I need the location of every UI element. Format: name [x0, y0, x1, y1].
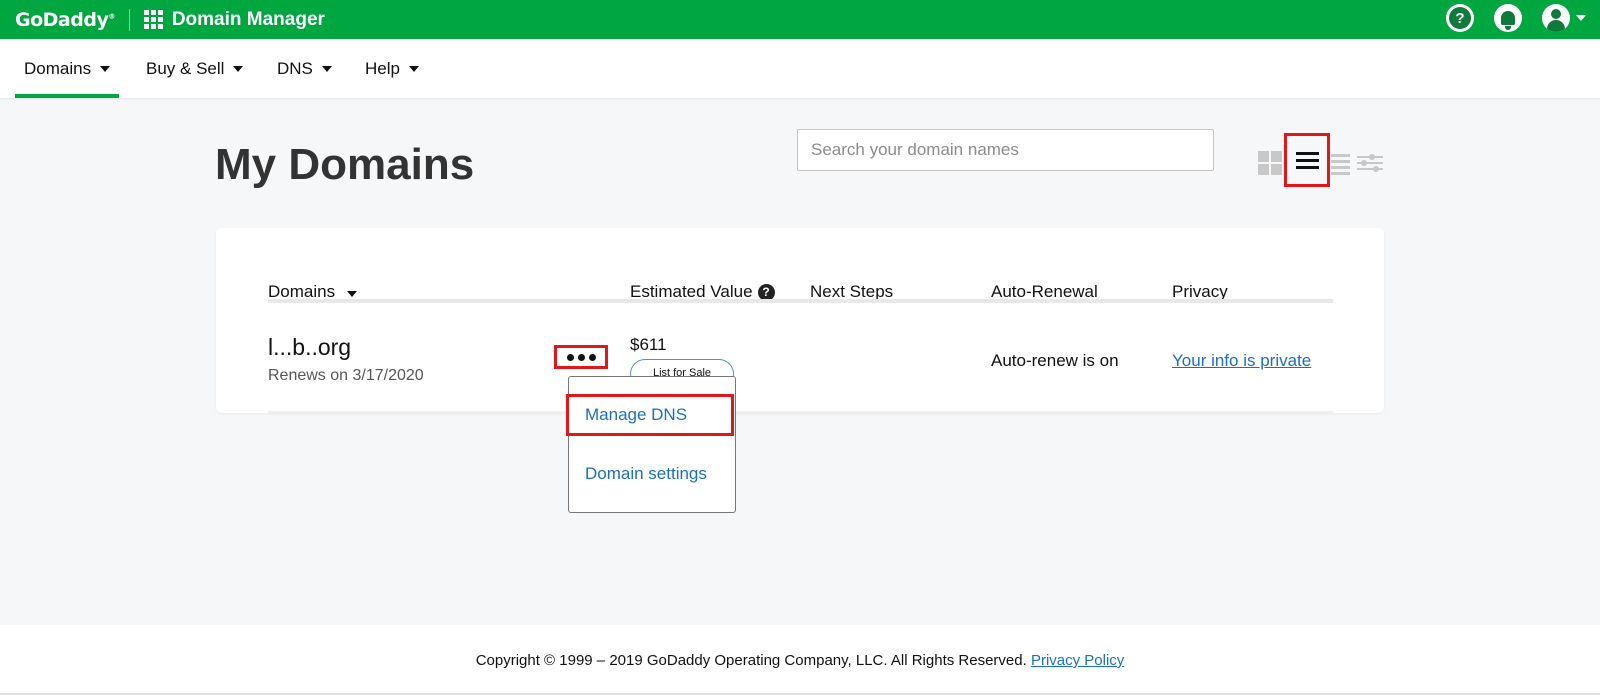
- nav-buy-sell-label: Buy & Sell: [146, 58, 225, 78]
- chevron-down-icon: [100, 65, 111, 72]
- nav-help[interactable]: Help: [365, 39, 419, 98]
- account-chevron-down-icon[interactable]: [1576, 15, 1586, 21]
- dot-icon: [577, 353, 585, 361]
- apps-grid-icon[interactable]: [143, 10, 163, 29]
- nav-help-label: Help: [365, 58, 400, 78]
- app-title[interactable]: Domain Manager: [172, 9, 325, 31]
- domain-name[interactable]: l...b..org: [268, 334, 351, 361]
- dot-icon: [588, 353, 596, 361]
- chevron-down-icon: [321, 65, 332, 72]
- filter-sliders-icon[interactable]: [1357, 152, 1383, 182]
- page-title: My Domains: [215, 140, 475, 189]
- manage-dns-menu-item[interactable]: Manage DNS: [566, 394, 734, 436]
- domains-table-card: Domains Estimated Value ? Next Steps Aut…: [216, 228, 1384, 413]
- main-nav: Domains Buy & Sell DNS Help: [0, 39, 1600, 98]
- row-divider: [268, 411, 1333, 413]
- header-divider: [268, 299, 1333, 303]
- question-info-icon[interactable]: ?: [757, 283, 775, 301]
- more-actions-button[interactable]: [554, 345, 608, 369]
- compact-list-view-icon[interactable]: [1331, 152, 1359, 182]
- copyright-text: Copyright © 1999 – 2019 GoDaddy Operatin…: [475, 652, 1027, 669]
- dot-icon: [566, 353, 574, 361]
- grid-view-icon[interactable]: [1258, 151, 1286, 175]
- sort-chevron-down-icon[interactable]: [347, 290, 358, 297]
- nav-dns-label: DNS: [277, 58, 313, 78]
- domain-settings-menu-item[interactable]: Domain settings: [585, 464, 707, 484]
- chevron-down-icon: [408, 65, 419, 72]
- auto-renew-status: Auto-renew is on: [991, 351, 1119, 370]
- nav-domains-label: Domains: [24, 58, 92, 78]
- top-bar: GoDaddy® Domain Manager ?: [0, 0, 1600, 39]
- nav-dns[interactable]: DNS: [277, 39, 332, 98]
- nav-domains[interactable]: Domains: [14, 39, 120, 98]
- notifications-bell-icon[interactable]: [1494, 4, 1522, 32]
- user-avatar-icon[interactable]: [1542, 4, 1570, 32]
- chevron-down-icon: [233, 65, 244, 72]
- estimated-value: $611: [630, 335, 667, 354]
- godaddy-logo[interactable]: GoDaddy®: [15, 9, 115, 31]
- domain-search-input[interactable]: [797, 129, 1214, 171]
- nav-buy-sell[interactable]: Buy & Sell: [146, 39, 244, 98]
- privacy-policy-link[interactable]: Privacy Policy: [1031, 652, 1124, 669]
- domain-actions-dropdown: Manage DNS Domain settings: [566, 376, 736, 513]
- renewal-date: Renews on 3/17/2020: [268, 367, 424, 384]
- list-view-icon[interactable]: [1284, 133, 1330, 187]
- privacy-status-link[interactable]: Your info is private: [1172, 351, 1311, 371]
- help-icon[interactable]: ?: [1446, 4, 1474, 32]
- topbar-divider: [128, 8, 130, 31]
- footer-text: Copyright © 1999 – 2019 GoDaddy Operatin…: [0, 652, 1600, 669]
- footer: Copyright © 1999 – 2019 GoDaddy Operatin…: [0, 625, 1600, 695]
